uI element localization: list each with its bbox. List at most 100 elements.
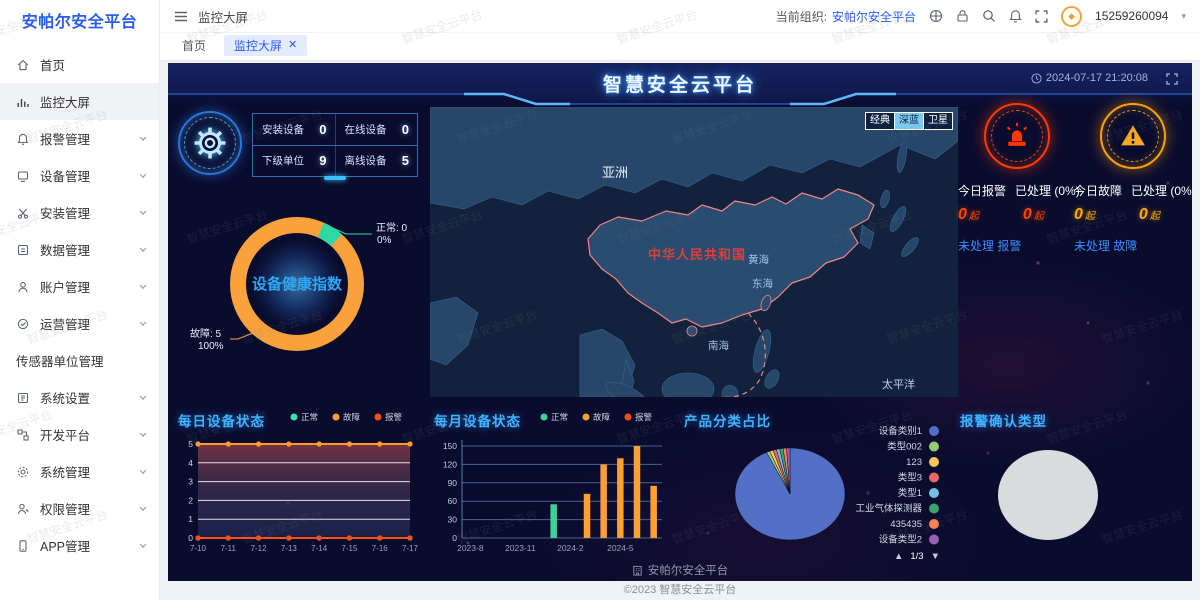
lock-icon[interactable] — [956, 9, 969, 23]
fault-count: 0起 — [1074, 206, 1095, 224]
sidebar-item-dev[interactable]: 开发平台 — [0, 416, 159, 453]
sidebar-item-home[interactable]: 首页 — [0, 46, 159, 83]
menu-toggle-icon[interactable] — [174, 11, 188, 22]
chevron-down-icon — [139, 506, 147, 512]
device-health-panel: 设备健康指数正常: 00%故障: 5100% — [176, 179, 416, 405]
sidebar-item-label: 账户管理 — [40, 277, 135, 296]
map-panel[interactable]: 亚洲 中华人民共和国 黄海 东海 南海 太平洋 经典深蓝卫星 — [430, 107, 958, 397]
sidebar-item-install[interactable]: 安装管理 — [0, 194, 159, 231]
sidebar-item-app[interactable]: APP管理 — [0, 527, 159, 564]
sidebar-item-data[interactable]: 数据管理 — [0, 231, 159, 268]
chevron-down-icon — [139, 469, 147, 475]
alarm-type-chart-title: 报警确认类型 — [960, 410, 1047, 430]
chevron-down-icon — [139, 284, 147, 290]
tab-1[interactable]: 监控大屏✕ — [224, 35, 307, 56]
alarm-processed-label: 已处理 (0%) — [1015, 182, 1080, 199]
permission-icon — [16, 501, 31, 516]
sidebar-section-sensor-unit: 传感器单位管理 — [0, 342, 159, 379]
clock-icon — [1031, 73, 1042, 84]
pie-legend-pagination: ▲ 1/3 ▼ — [894, 551, 940, 562]
chevron-down-icon — [139, 543, 147, 549]
sidebar-item-alarm[interactable]: 报警管理 — [0, 120, 159, 157]
svg-text:90: 90 — [448, 478, 458, 488]
map-style-button-0[interactable]: 经典 — [866, 113, 894, 129]
today-fault-panel: 今日故障 已处理 (0%) 0起 0起 未处理 故障 — [1074, 103, 1192, 254]
map-style-button-1[interactable]: 深蓝 — [894, 113, 923, 129]
map-label-pacific: 太平洋 — [882, 377, 915, 391]
chevron-down-icon[interactable]: ▾ — [1181, 11, 1186, 22]
svg-text:5: 5 — [188, 439, 193, 449]
svg-text:设备类别1: 设备类别1 — [879, 425, 922, 437]
svg-text:7-13: 7-13 — [281, 544, 298, 553]
sidebar-item-operation[interactable]: 运营管理 — [0, 305, 159, 342]
svg-text:类型002: 类型002 — [887, 441, 922, 453]
fullscreen-icon[interactable] — [1035, 10, 1048, 23]
sidebar-item-label: 开发平台 — [40, 425, 135, 444]
sidebar-item-settings[interactable]: 系统设置 — [0, 379, 159, 416]
map-label-asia: 亚洲 — [602, 165, 628, 180]
sidebar-item-device[interactable]: 设备管理 — [0, 157, 159, 194]
search-icon[interactable] — [982, 9, 996, 23]
svg-text:3: 3 — [188, 477, 193, 487]
svg-text:类型1: 类型1 — [898, 487, 922, 499]
user-phone[interactable]: 15259260094 — [1095, 9, 1168, 23]
tab-close-icon[interactable]: ✕ — [288, 40, 297, 51]
sidebar-item-label: 运营管理 — [40, 314, 135, 333]
map-style-switcher: 经典深蓝卫星 — [865, 112, 953, 130]
alarm-type-pie-chart — [954, 406, 1192, 566]
stat-安装设备: 安装设备0 — [253, 114, 335, 145]
stat-离线设备: 离线设备5 — [335, 146, 418, 177]
svg-text:故障: 5: 故障: 5 — [190, 327, 222, 340]
org-name-link[interactable]: 安帕尔安全平台 — [832, 8, 916, 25]
sidebar-item-label: 设备管理 — [40, 166, 135, 185]
map-style-button-2[interactable]: 卫星 — [923, 113, 952, 129]
svg-text:435435: 435435 — [890, 519, 922, 530]
sidebar-item-permission[interactable]: 权限管理 — [0, 490, 159, 527]
svg-text:设备健康指数: 设备健康指数 — [252, 275, 343, 293]
settings-icon — [16, 390, 31, 405]
account-icon — [16, 279, 31, 294]
page-down-icon[interactable]: ▼ — [931, 551, 940, 562]
bell-icon[interactable] — [1009, 9, 1022, 23]
map-label-yellow-sea: 黄海 — [748, 253, 769, 266]
svg-text:报警: 报警 — [635, 412, 653, 422]
org-label: 当前组织: — [776, 8, 827, 25]
sidebar-item-account[interactable]: 账户管理 — [0, 268, 159, 305]
fault-emblem — [1100, 103, 1166, 169]
sidebar-item-monitor[interactable]: 监控大屏 — [0, 83, 159, 120]
chevron-down-icon — [139, 210, 147, 216]
tab-0[interactable]: 首页 — [172, 35, 216, 56]
device-health-donut-chart: 设备健康指数正常: 00%故障: 5100% — [176, 179, 416, 405]
sidebar-item-label: 数据管理 — [40, 240, 135, 259]
map-label-china: 中华人民共和国 — [648, 247, 746, 262]
svg-text:设备类型2: 设备类型2 — [879, 534, 922, 546]
svg-text:故障: 故障 — [343, 412, 361, 422]
svg-text:2024-5: 2024-5 — [607, 543, 634, 553]
system-icon — [16, 464, 31, 479]
sidebar-item-label: 系统设置 — [40, 388, 135, 407]
dashboard-fullscreen-icon[interactable] — [1166, 73, 1178, 85]
sidebar-item-label: 首页 — [40, 55, 147, 74]
sidebar-item-label: 报警管理 — [40, 129, 135, 148]
app-logo: 安帕尔安全平台 — [0, 0, 159, 46]
siren-icon — [1002, 121, 1032, 151]
alarm-title: 今日报警 — [958, 182, 1006, 199]
svg-text:7-16: 7-16 — [372, 544, 389, 553]
unprocessed-fault-link[interactable]: 未处理 故障 — [1074, 237, 1192, 254]
sidebar-item-system[interactable]: 系统管理 — [0, 453, 159, 490]
map-label-south-sea: 南海 — [708, 339, 729, 352]
avatar[interactable]: ◆ — [1061, 6, 1082, 27]
page-up-icon[interactable]: ▲ — [894, 551, 903, 562]
unprocessed-alarm-link[interactable]: 未处理 报警 — [958, 237, 1076, 254]
svg-text:1: 1 — [188, 514, 193, 524]
gear-emblem — [178, 111, 242, 175]
svg-text:60: 60 — [448, 496, 458, 506]
globe-icon[interactable] — [929, 9, 943, 23]
sidebar: 安帕尔安全平台 首页监控大屏报警管理设备管理安装管理数据管理账户管理运营管理传感… — [0, 0, 160, 600]
svg-text:正常: 正常 — [551, 412, 568, 422]
svg-text:0: 0 — [452, 533, 457, 543]
svg-text:报警: 报警 — [385, 412, 403, 422]
monthly-chart-title: 每月设备状态 — [434, 410, 521, 430]
tab-bar: 首页监控大屏✕ — [160, 32, 1200, 60]
chevron-down-icon — [139, 432, 147, 438]
